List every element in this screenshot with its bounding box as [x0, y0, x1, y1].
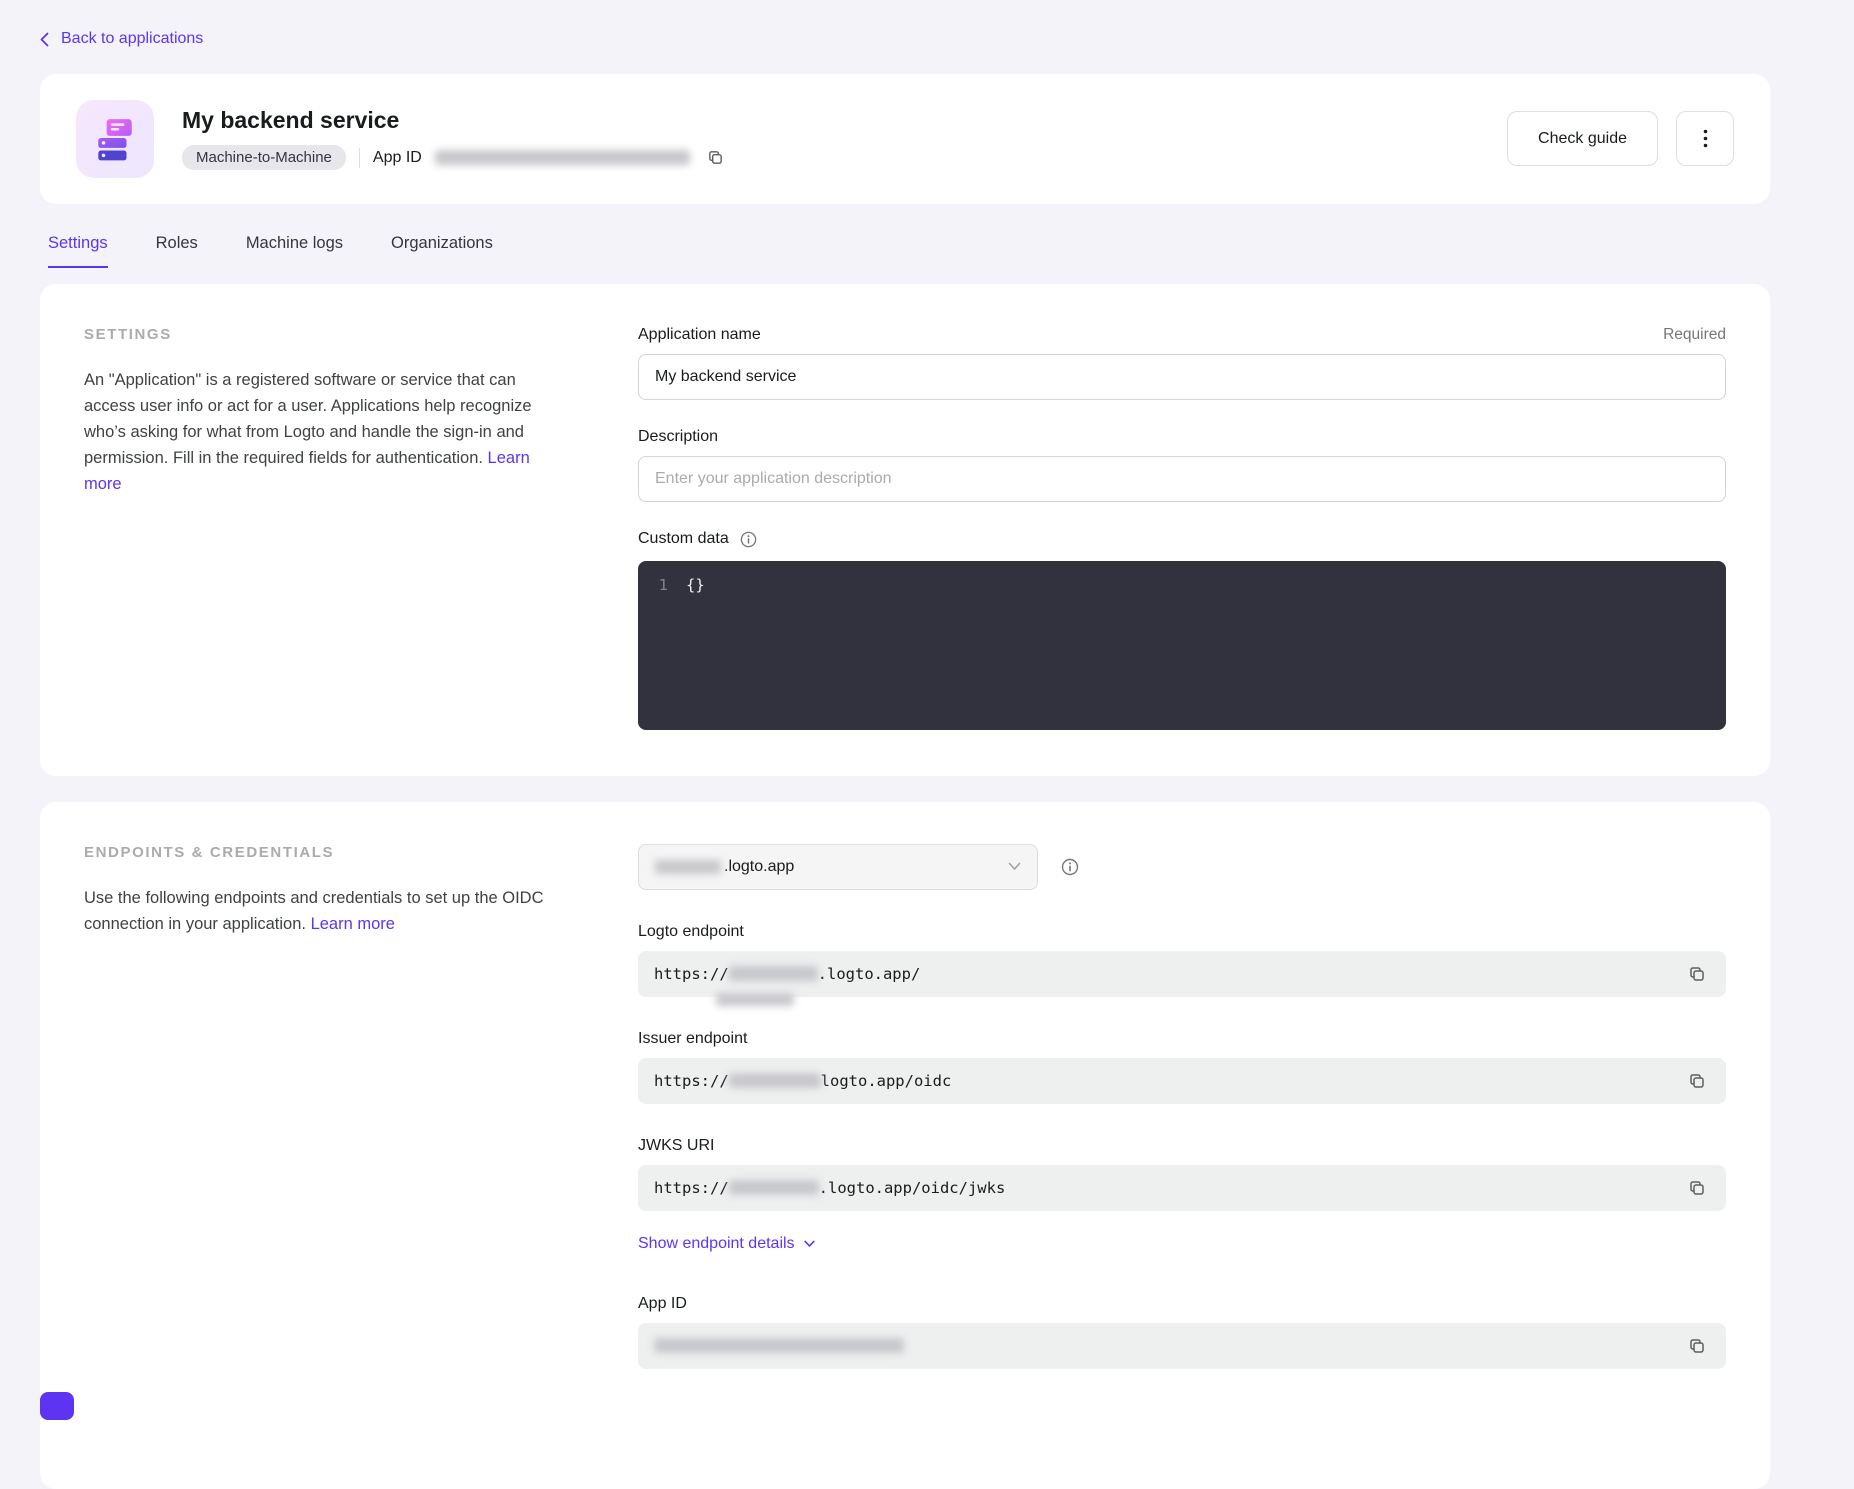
copy-icon — [1688, 1179, 1706, 1197]
header-info: My backend service Machine-to-Machine Ap… — [182, 107, 728, 170]
back-to-applications-link[interactable]: Back to applications — [40, 30, 203, 48]
endpoint-url-suffix: .logto.app/oidc/jwks — [819, 1179, 1006, 1197]
jwks-uri-field: https:// .logto.app/oidc/jwks — [638, 1165, 1726, 1211]
endpoints-section-card: ENDPOINTS & CREDENTIALS Use the followin… — [40, 802, 1770, 1489]
tab-bar: Settings Roles Machine logs Organization… — [40, 234, 1770, 268]
endpoints-section-intro: ENDPOINTS & CREDENTIALS Use the followin… — [84, 844, 546, 1369]
issuer-endpoint-group: Issuer endpoint https:// logto.app/oidc — [638, 1030, 1726, 1104]
editor-code-content[interactable]: {} — [686, 576, 705, 715]
tab-settings[interactable]: Settings — [48, 234, 108, 268]
description-input[interactable] — [638, 456, 1726, 502]
settings-section-heading: SETTINGS — [84, 326, 546, 343]
copy-jwks-uri-button[interactable] — [1684, 1175, 1710, 1201]
logto-endpoint-group: Logto endpoint https:// .logto.app/ — [638, 923, 1726, 997]
app-id-field — [638, 1323, 1726, 1369]
endpoints-section-heading: ENDPOINTS & CREDENTIALS — [84, 844, 546, 861]
app-id-label: App ID — [373, 149, 422, 167]
settings-section-intro: SETTINGS An "Application" is a registere… — [84, 326, 546, 730]
custom-data-code-editor[interactable]: 1 {} — [638, 561, 1726, 730]
endpoints-section-description: Use the following endpoints and credenti… — [84, 885, 546, 937]
redacted-tenant-id — [729, 1180, 819, 1195]
floating-button-cutoff[interactable] — [40, 1392, 74, 1420]
header-actions: Check guide — [1507, 111, 1734, 166]
jwks-uri-label: JWKS URI — [638, 1137, 1726, 1155]
copy-app-id-field-button[interactable] — [1684, 1333, 1710, 1359]
page-container: Back to applications — [40, 0, 1770, 1489]
info-circle-icon[interactable] — [1060, 857, 1080, 877]
endpoint-url-prefix: https:// — [654, 1072, 729, 1090]
endpoint-url-suffix: logto.app/oidc — [821, 1072, 952, 1090]
back-link-label: Back to applications — [61, 30, 203, 48]
application-name-label: Application name — [638, 326, 761, 344]
issuer-endpoint-field: https:// logto.app/oidc — [638, 1058, 1726, 1104]
tab-machine-logs[interactable]: Machine logs — [246, 234, 343, 268]
redacted-app-id-value — [654, 1338, 904, 1353]
application-header-card: My backend service Machine-to-Machine Ap… — [40, 74, 1770, 204]
editor-line-number: 1 — [638, 576, 686, 715]
chevron-down-icon — [1008, 862, 1021, 871]
page-title: My backend service — [182, 107, 728, 134]
settings-form: Application name Required Description Cu… — [638, 326, 1726, 730]
logto-endpoint-field: https:// .logto.app/ — [638, 951, 1726, 997]
custom-data-field-group: Custom data 1 {} — [638, 530, 1726, 730]
settings-description-text: An "Application" is a registered softwar… — [84, 371, 532, 467]
redacted-tenant-id — [655, 860, 721, 874]
check-guide-button[interactable]: Check guide — [1507, 111, 1658, 166]
domain-select[interactable]: .logto.app — [638, 844, 1038, 890]
redacted-tenant-id — [729, 966, 818, 981]
redacted-app-id-value — [435, 150, 690, 165]
tab-organizations[interactable]: Organizations — [391, 234, 493, 268]
app-meta-row: Machine-to-Machine App ID — [182, 145, 728, 170]
required-note: Required — [1663, 326, 1726, 344]
redaction-artifact — [716, 993, 794, 1006]
application-name-field-group: Application name Required — [638, 326, 1726, 400]
custom-data-label: Custom data — [638, 530, 729, 548]
domain-select-value: .logto.app — [724, 858, 794, 876]
domain-select-row: .logto.app — [638, 844, 1726, 890]
copy-icon — [1688, 1072, 1706, 1090]
app-id-field-label: App ID — [638, 1295, 1726, 1313]
copy-logto-endpoint-button[interactable] — [1684, 961, 1710, 987]
endpoint-url-suffix: .logto.app/ — [818, 965, 921, 983]
more-actions-button[interactable] — [1676, 111, 1734, 166]
logto-endpoint-label: Logto endpoint — [638, 923, 1726, 941]
chevron-down-icon — [804, 1240, 815, 1248]
kebab-menu-icon — [1703, 129, 1708, 148]
endpoint-url-prefix: https:// — [654, 965, 729, 983]
application-name-input[interactable] — [638, 354, 1726, 400]
jwks-uri-group: JWKS URI https:// .logto.app/oidc/jwks — [638, 1137, 1726, 1211]
app-type-badge: Machine-to-Machine — [182, 145, 346, 170]
chevron-left-icon — [40, 32, 49, 47]
copy-icon — [1688, 1337, 1706, 1355]
redacted-tenant-id — [729, 1073, 821, 1088]
endpoints-learn-more-link[interactable]: Learn more — [311, 915, 395, 933]
app-id-group: App ID — [638, 1295, 1726, 1369]
show-endpoint-details-toggle[interactable]: Show endpoint details — [638, 1235, 815, 1253]
copy-issuer-endpoint-button[interactable] — [1684, 1068, 1710, 1094]
copy-app-id-button[interactable] — [703, 145, 728, 170]
settings-section-card: SETTINGS An "Application" is a registere… — [40, 284, 1770, 776]
show-endpoint-details-label: Show endpoint details — [638, 1235, 795, 1253]
copy-icon — [1688, 965, 1706, 983]
endpoint-url-prefix: https:// — [654, 1179, 729, 1197]
description-field-group: Description — [638, 428, 1726, 502]
issuer-endpoint-label: Issuer endpoint — [638, 1030, 1726, 1048]
info-circle-icon[interactable] — [739, 530, 758, 549]
meta-divider — [359, 148, 360, 168]
tab-roles[interactable]: Roles — [156, 234, 198, 268]
endpoints-form: .logto.app Logto endpoint https:// — [638, 844, 1726, 1369]
description-label: Description — [638, 428, 718, 446]
settings-section-description: An "Application" is a registered softwar… — [84, 367, 546, 497]
copy-icon — [707, 149, 724, 166]
app-logo-icon — [76, 100, 154, 178]
